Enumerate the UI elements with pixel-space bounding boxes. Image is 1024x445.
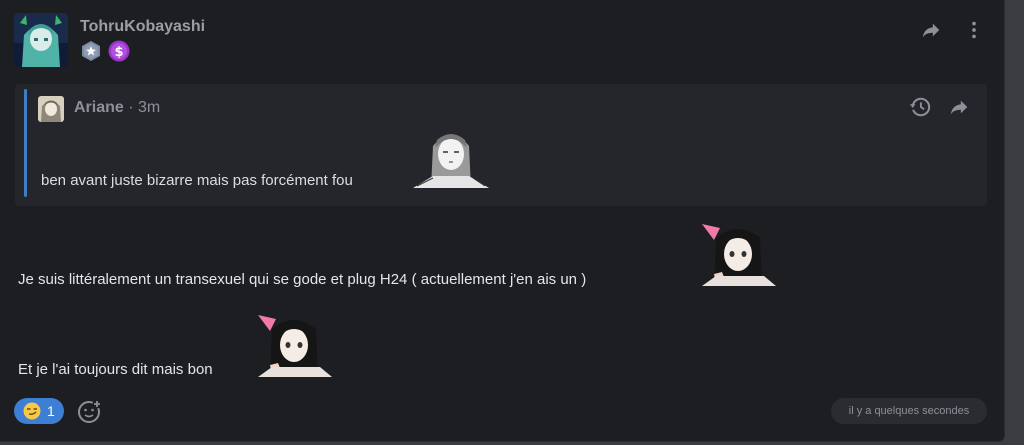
- post-timestamp: il y a quelques secondes: [831, 398, 987, 424]
- post-card: TohruKobayashi $ Ariane · 3m ben avant j…: [0, 0, 1005, 442]
- message-sticker-image[interactable]: [702, 224, 776, 286]
- username[interactable]: TohruKobayashi: [80, 18, 205, 36]
- quote-sticker-image[interactable]: [413, 126, 489, 188]
- history-icon[interactable]: [909, 96, 931, 118]
- more-vertical-icon[interactable]: [963, 19, 985, 41]
- svg-text:$: $: [114, 45, 123, 60]
- share-icon[interactable]: [948, 96, 970, 118]
- reaction-pill[interactable]: 1: [14, 398, 64, 424]
- star-shield-badge-icon[interactable]: [80, 40, 102, 62]
- message-sticker-image[interactable]: [258, 315, 332, 377]
- user-avatar[interactable]: [14, 13, 68, 67]
- quote-time: 3m: [138, 99, 161, 116]
- smirk-emoji-icon: [23, 402, 41, 425]
- quote-text: ben avant juste bizarre mais pas forcéme…: [41, 172, 353, 189]
- quote-separator: ·: [123, 99, 139, 116]
- message-text: Je suis littéralement un transexuel qui …: [18, 271, 587, 288]
- message-text: Et je l'ai toujours dit mais bon: [18, 361, 213, 378]
- add-reaction-icon[interactable]: [77, 399, 102, 424]
- quote-author[interactable]: Ariane: [74, 99, 124, 116]
- reaction-count: 1: [47, 403, 55, 419]
- share-icon[interactable]: [920, 19, 942, 41]
- quoted-message[interactable]: Ariane · 3m ben avant juste bizarre mais…: [15, 84, 987, 206]
- quote-accent-bar: [24, 89, 27, 197]
- quote-author-line: Ariane · 3m: [74, 99, 160, 117]
- quote-author-avatar[interactable]: [38, 96, 64, 122]
- dollar-badge-icon[interactable]: $: [108, 40, 130, 62]
